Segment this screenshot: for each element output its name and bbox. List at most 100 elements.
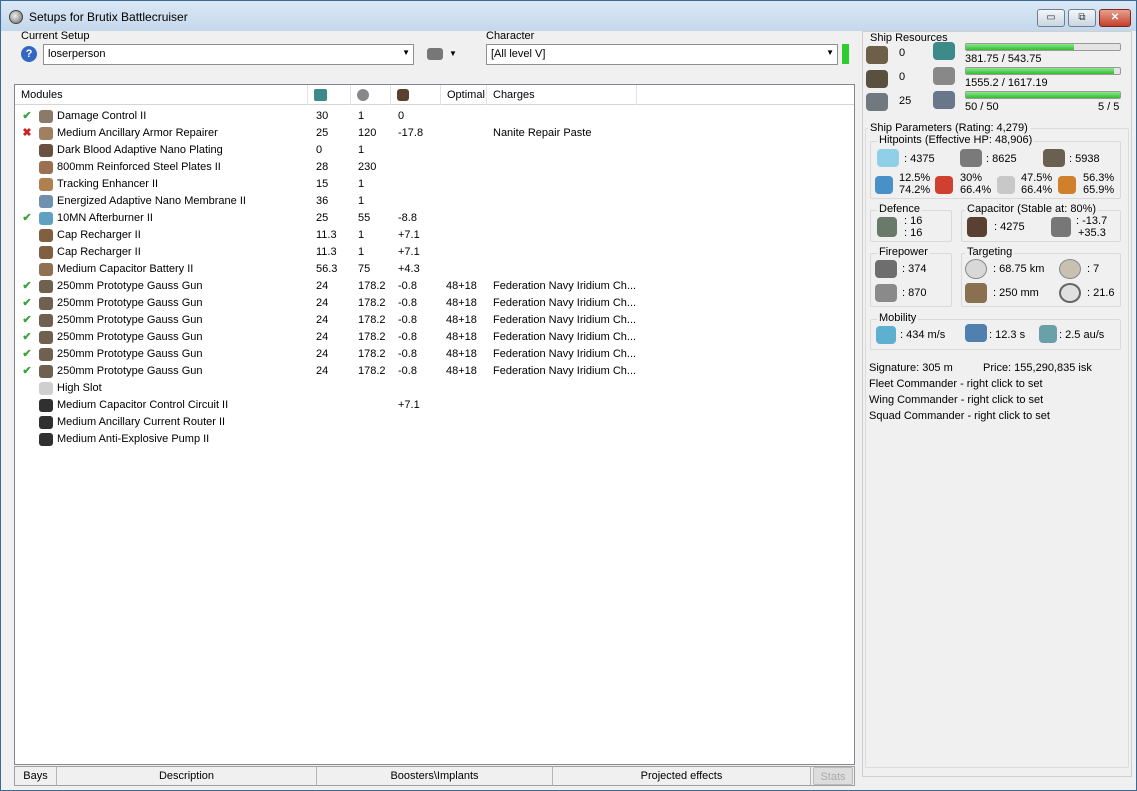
header-capacitor[interactable]	[391, 85, 441, 105]
turret-hardpoint-icon	[866, 46, 888, 64]
table-row[interactable]: ✔ 250mm Prototype Gauss Gun 24 178.2 -0.8 48+…	[15, 295, 854, 312]
table-row[interactable]: Tracking Enhancer II 15 1	[15, 176, 854, 193]
module-name: 250mm Prototype Gauss Gun	[57, 331, 203, 343]
tab-bays[interactable]: Bays	[15, 767, 57, 785]
power-icon	[357, 89, 369, 101]
module-cpu: 24	[316, 331, 329, 343]
header-modules[interactable]: Modules	[15, 85, 308, 105]
power-value: 1555.2 / 1617.19	[965, 77, 1048, 89]
module-cpu: 11.3	[316, 246, 337, 258]
table-row[interactable]: Medium Anti-Explosive Pump II	[15, 431, 854, 448]
table-row[interactable]: ✔ 250mm Prototype Gauss Gun 24 178.2 -0.8 48+…	[15, 278, 854, 295]
price-value: Price: 155,290,835 isk	[983, 362, 1092, 374]
module-cpu: 24	[316, 280, 329, 292]
module-power: 178.2	[358, 280, 386, 292]
module-name: 250mm Prototype Gauss Gun	[57, 297, 203, 309]
check-icon: ✔	[22, 212, 32, 224]
module-capacitor: -0.8	[398, 348, 417, 360]
module-charges: Federation Navy Iridium Ch...	[493, 314, 637, 326]
table-row[interactable]: 800mm Reinforced Steel Plates II 28 230	[15, 159, 854, 176]
firepower-label: Firepower	[877, 246, 930, 258]
module-name: 250mm Prototype Gauss Gun	[57, 314, 203, 326]
header-cpu[interactable]	[308, 85, 351, 105]
table-row[interactable]: ✔ 250mm Prototype Gauss Gun 24 178.2 -0.8 48+…	[15, 363, 854, 380]
gauss-gun-icon	[39, 280, 53, 293]
module-power: 178.2	[358, 314, 386, 326]
hitpoints-label: Hitpoints (Effective HP: 48,906)	[877, 134, 1035, 146]
sensor-strength-value: : 21.6	[1087, 287, 1115, 299]
table-row[interactable]: Energized Adaptive Nano Membrane II 36 1	[15, 193, 854, 210]
module-cpu: 24	[316, 348, 329, 360]
dps-icon	[875, 260, 897, 278]
restore-button[interactable]: ⧉	[1068, 9, 1096, 27]
current-setup-label: Current Setup	[21, 30, 90, 42]
header-power[interactable]	[351, 85, 391, 105]
module-power: 1	[358, 144, 365, 156]
ship-icon	[427, 48, 443, 60]
cpu-bar	[965, 43, 1121, 51]
wing-commander[interactable]: Wing Commander - right click to set	[869, 394, 1043, 406]
help-icon[interactable]: ?	[21, 46, 37, 62]
defence-value-2: : 16	[904, 227, 923, 239]
table-row[interactable]: ✔ 250mm Prototype Gauss Gun 24 178.2 -0.8 48+…	[15, 312, 854, 329]
squad-commander[interactable]: Squad Commander - right click to set	[869, 410, 1050, 422]
module-cpu: 24	[316, 314, 329, 326]
tab-boosters-implants[interactable]: Boosters\Implants	[317, 767, 553, 785]
module-name: Medium Capacitor Battery II	[57, 263, 194, 275]
module-charges: Federation Navy Iridium Ch...	[493, 365, 637, 377]
table-row[interactable]: ✔ Damage Control II 30 1 0	[15, 108, 854, 125]
nano-membrane-icon	[39, 195, 53, 208]
em-armor-resist: 74.2%	[899, 184, 931, 196]
table-row[interactable]: Medium Ancillary Current Router II	[15, 414, 854, 431]
module-name: 250mm Prototype Gauss Gun	[57, 348, 203, 360]
cap-delta-2: +35.3	[1078, 227, 1106, 239]
check-icon: ✔	[22, 314, 32, 326]
header-charges[interactable]: Charges	[487, 85, 637, 105]
thermal-shield-resist: 30%	[960, 172, 983, 184]
setup-dropdown[interactable]: loserperson ▼	[43, 44, 414, 65]
cpu-resource-icon	[933, 42, 955, 60]
afterburner-icon	[39, 212, 53, 225]
table-row[interactable]: ✖ Medium Ancillary Armor Repairer 25 120 -17…	[15, 125, 854, 142]
module-cpu: 11.3	[316, 229, 337, 241]
table-row[interactable]: ✔ 10MN Afterburner II 25 55 -8.8	[15, 210, 854, 227]
rig-slots-value: 5 / 5	[1098, 101, 1120, 113]
character-dropdown[interactable]: [All level V] ▼	[486, 44, 838, 65]
tab-projected-effects[interactable]: Projected effects	[553, 767, 811, 785]
header-optimal[interactable]: Optimal	[441, 85, 487, 105]
table-row[interactable]: Cap Recharger II 11.3 1 +7.1	[15, 244, 854, 261]
table-row[interactable]: Medium Capacitor Battery II 56.3 75 +4.3	[15, 261, 854, 278]
module-charges: Federation Navy Iridium Ch...	[493, 331, 637, 343]
armor-hp: : 8625	[986, 153, 1017, 165]
rig-icon	[39, 399, 53, 412]
rig-icon	[39, 433, 53, 446]
powergrid-resource-icon	[933, 67, 955, 85]
ship-menu-button[interactable]: ▼	[425, 46, 459, 64]
table-row[interactable]: High Slot	[15, 380, 854, 397]
module-capacitor: -0.8	[398, 365, 417, 377]
module-capacitor: +7.1	[398, 229, 420, 241]
table-row[interactable]: ✔ 250mm Prototype Gauss Gun 24 178.2 -0.8 48+…	[15, 346, 854, 363]
tab-stats[interactable]: Stats	[813, 767, 853, 785]
main-window: Setups for Brutix Battlecruiser ▭ ⧉ ✕ Cu…	[0, 0, 1137, 791]
character-label: Character	[486, 30, 535, 42]
fleet-commander[interactable]: Fleet Commander - right click to set	[869, 378, 1043, 390]
tab-description[interactable]: Description	[57, 767, 317, 785]
drone-count: 25	[899, 95, 912, 107]
max-targets-value: : 7	[1087, 263, 1100, 275]
module-name: 10MN Afterburner II	[57, 212, 153, 224]
calibration-value: 50 / 50	[965, 101, 999, 113]
module-power: 230	[358, 161, 377, 173]
table-row[interactable]: ✔ 250mm Prototype Gauss Gun 24 178.2 -0.8 48+…	[15, 329, 854, 346]
module-optimal: 48+18	[446, 348, 477, 360]
table-row[interactable]: Medium Capacitor Control Circuit II +7.1	[15, 397, 854, 414]
minimize-button[interactable]: ▭	[1037, 9, 1065, 27]
table-row[interactable]: Cap Recharger II 11.3 1 +7.1	[15, 227, 854, 244]
table-row[interactable]: Dark Blood Adaptive Nano Plating 0 1	[15, 142, 854, 159]
rig-icon	[39, 416, 53, 429]
module-power: 1	[358, 110, 365, 122]
module-optimal: 48+18	[446, 297, 477, 309]
module-cpu: 56.3	[316, 263, 338, 275]
close-button[interactable]: ✕	[1099, 9, 1131, 27]
module-capacitor: +7.1	[398, 399, 420, 411]
